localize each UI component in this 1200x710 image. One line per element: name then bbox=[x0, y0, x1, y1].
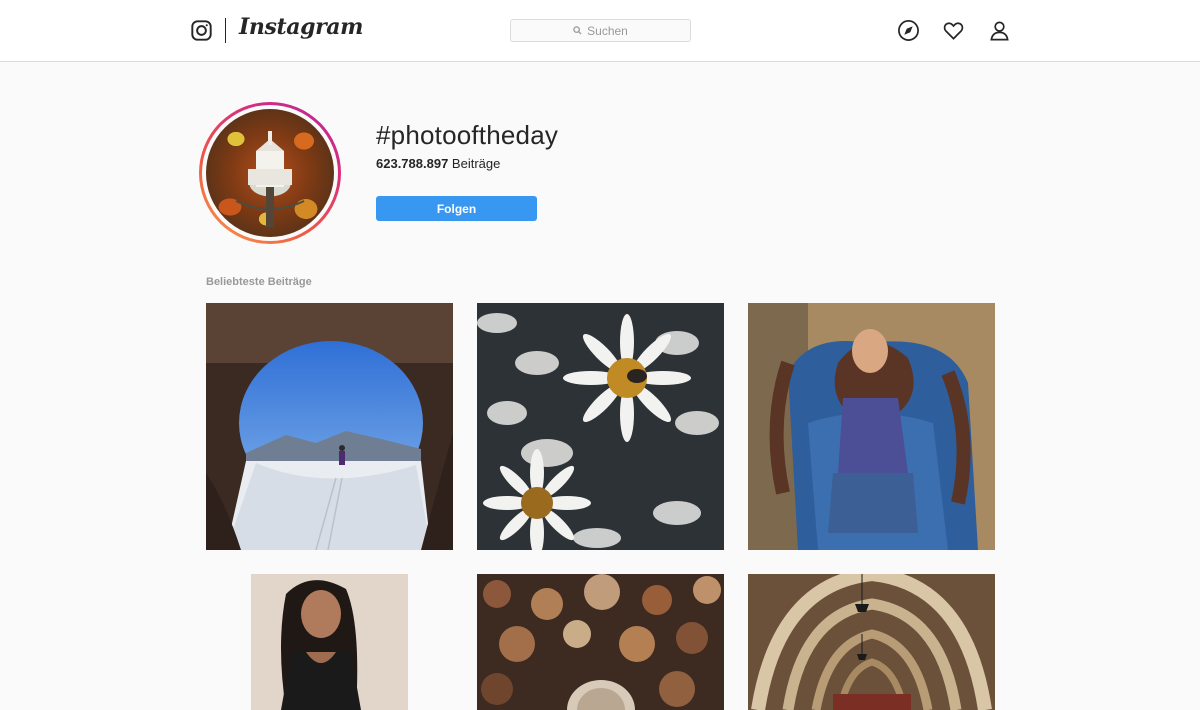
follow-button[interactable]: Folgen bbox=[376, 196, 537, 221]
top-posts-label: Beliebteste Beiträge bbox=[206, 276, 312, 288]
search-input[interactable]: Suchen bbox=[510, 19, 691, 42]
top-navigation: Instagram Suchen bbox=[0, 0, 1200, 62]
post-thumbnail[interactable] bbox=[251, 574, 408, 710]
post-count: 623.788.897 Beiträge bbox=[376, 156, 500, 171]
hashtag-avatar bbox=[199, 102, 341, 244]
logo-divider bbox=[225, 18, 226, 43]
avatar-image bbox=[206, 109, 334, 237]
instagram-wordmark[interactable]: Instagram bbox=[239, 14, 363, 40]
compass-icon[interactable] bbox=[897, 19, 920, 42]
post-count-value: 623.788.897 bbox=[376, 156, 449, 171]
post-thumbnail[interactable] bbox=[477, 303, 724, 550]
instagram-logo-icon[interactable] bbox=[191, 20, 212, 41]
post-count-label: Beiträge bbox=[451, 156, 501, 171]
search-placeholder: Suchen bbox=[587, 23, 628, 38]
post-thumbnail[interactable] bbox=[206, 303, 453, 550]
avatar-ring-gap bbox=[202, 105, 338, 241]
post-thumbnail[interactable] bbox=[748, 574, 995, 710]
heart-icon[interactable] bbox=[942, 19, 965, 42]
hashtag-title: #photooftheday bbox=[376, 120, 559, 150]
post-thumbnail[interactable] bbox=[477, 574, 724, 710]
search-icon bbox=[573, 26, 582, 35]
post-thumbnail[interactable] bbox=[748, 303, 995, 550]
user-icon[interactable] bbox=[988, 19, 1011, 42]
